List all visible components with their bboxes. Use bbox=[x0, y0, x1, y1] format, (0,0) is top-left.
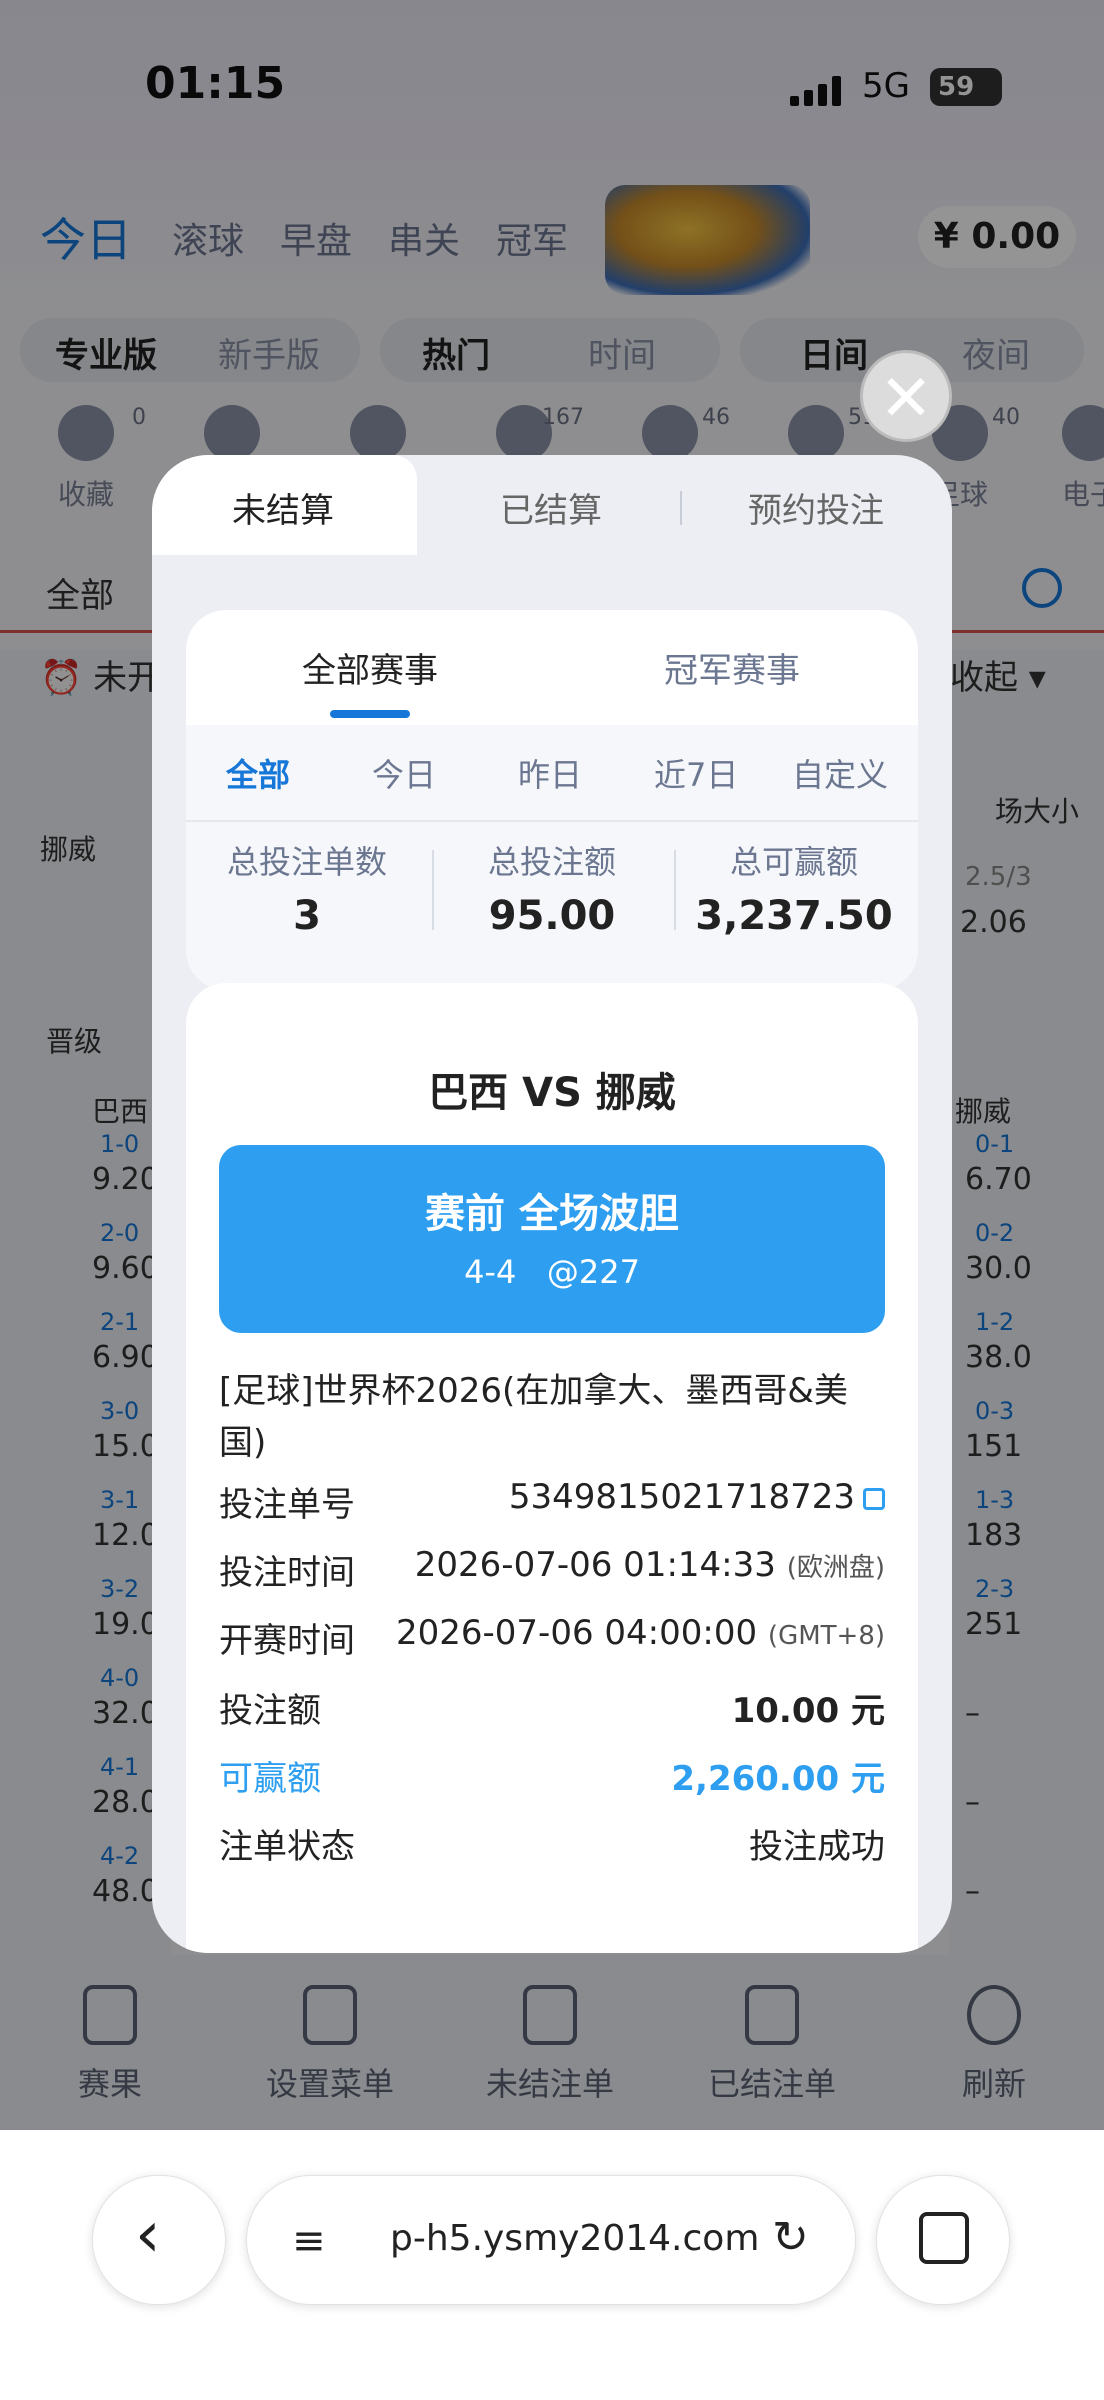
event-tab-champion[interactable]: 冠军赛事 bbox=[664, 643, 800, 692]
bet-status-label: 注单状态 bbox=[219, 1827, 355, 1867]
tabs-button[interactable] bbox=[876, 2175, 1010, 2305]
filter-custom[interactable]: 自定义 bbox=[792, 750, 888, 796]
stat-total-stake-label: 总投注额 bbox=[487, 843, 616, 881]
bet-id-value[interactable]: 5349815021718723 bbox=[509, 1477, 885, 1517]
league-name: [足球]世界杯2026(在加拿大、墨西哥&美国) bbox=[219, 1371, 848, 1463]
stat-total-win-label: 总可赢额 bbox=[729, 843, 858, 881]
filter-7days[interactable]: 近7日 bbox=[654, 750, 738, 796]
filter-today[interactable]: 今日 bbox=[372, 750, 436, 796]
stat-total-bets-value: 3 bbox=[293, 893, 321, 939]
kickoff-time-value: 2026-07-06 04:00:00 (GMT+8) bbox=[396, 1613, 885, 1653]
bet-selection-box: 赛前 全场波胆 4-4 @227 bbox=[219, 1145, 885, 1333]
copy-icon[interactable] bbox=[863, 1487, 885, 1510]
match-title: 巴西 VS 挪威 bbox=[428, 1070, 676, 1116]
kickoff-time-label: 开赛时间 bbox=[219, 1621, 355, 1661]
close-icon[interactable]: ✕ bbox=[860, 350, 952, 442]
menu-icon[interactable]: ≡ bbox=[292, 2218, 326, 2264]
tab-unsettled[interactable]: 未结算 bbox=[232, 483, 334, 532]
win-amount-label: 可赢额 bbox=[219, 1759, 321, 1799]
bet-status-value: 投注成功 bbox=[749, 1827, 885, 1867]
filter-yesterday[interactable]: 昨日 bbox=[518, 750, 582, 796]
tab-reserved[interactable]: 预约投注 bbox=[748, 483, 884, 532]
bet-time-label: 投注时间 bbox=[219, 1553, 355, 1593]
back-button[interactable]: ‹ bbox=[92, 2175, 226, 2305]
tab-divider bbox=[680, 491, 682, 525]
stat-total-stake-value: 95.00 bbox=[488, 893, 616, 939]
filter-all[interactable]: 全部 bbox=[226, 750, 290, 796]
win-amount-value: 2,260.00 元 bbox=[671, 1759, 885, 1799]
event-tab-all[interactable]: 全部赛事 bbox=[302, 643, 438, 692]
selection-line: 4-4 @227 bbox=[464, 1253, 640, 1291]
market-name: 赛前 全场波胆 bbox=[425, 1191, 679, 1237]
url-text[interactable]: p-h5.ysmy2014.com bbox=[390, 2218, 759, 2259]
stat-total-bets-label: 总投注单数 bbox=[226, 843, 387, 881]
tab-settled[interactable]: 已结算 bbox=[500, 483, 602, 532]
active-tab-underline bbox=[330, 710, 410, 718]
stat-total-win-value: 3,237.50 bbox=[695, 893, 893, 939]
tabs-icon bbox=[919, 2212, 969, 2264]
chevron-left-icon: ‹ bbox=[135, 2198, 161, 2272]
divider bbox=[186, 820, 918, 822]
reload-icon[interactable]: ↻ bbox=[772, 2212, 809, 2263]
bet-record-modal: 未结算 已结算 预约投注 全部赛事 冠军赛事 全部 今日 昨日 近7日 自定义 … bbox=[152, 455, 952, 1953]
stake-value: 10.00 元 bbox=[731, 1691, 885, 1731]
bet-time-value: 2026-07-06 01:14:33 (欧洲盘) bbox=[414, 1545, 885, 1585]
stake-label: 投注额 bbox=[219, 1691, 321, 1731]
bet-id-label: 投注单号 bbox=[219, 1485, 355, 1525]
